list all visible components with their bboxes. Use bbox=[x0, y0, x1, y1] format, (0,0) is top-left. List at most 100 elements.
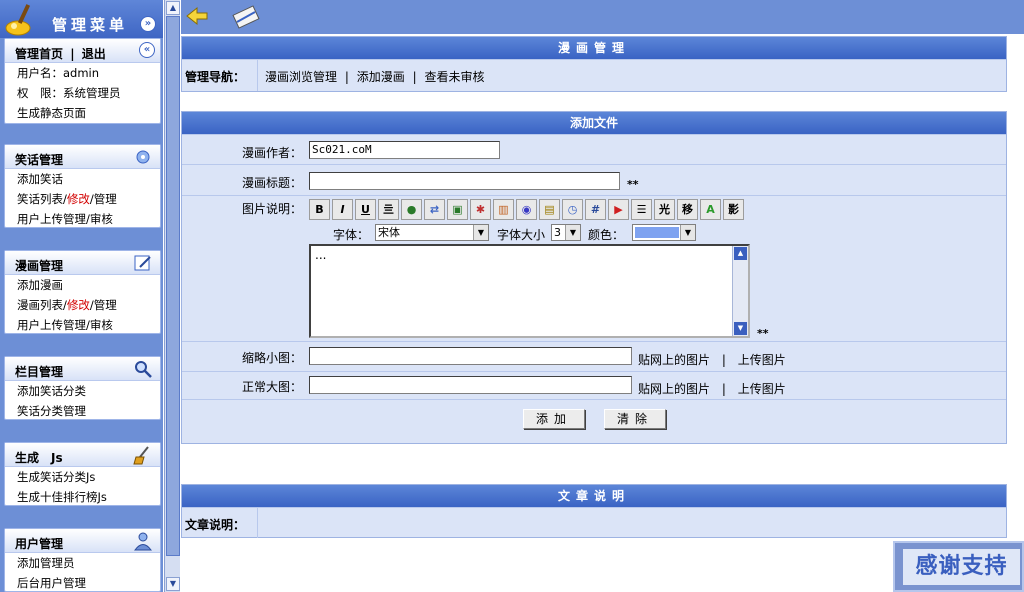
add-button[interactable]: 添加 bbox=[523, 409, 585, 429]
joke-list-link[interactable]: 笑话列表/修改/管理 bbox=[5, 189, 160, 209]
joke-category-manage-link[interactable]: 笑话分类管理 bbox=[5, 401, 160, 421]
arrow-button[interactable]: ▶ bbox=[608, 199, 629, 220]
list-button[interactable]: ☰ bbox=[631, 199, 652, 220]
sidebar: 管理菜单 » 管理首页 | 退出 « 用户名：admin 权 限：系统管理员 生… bbox=[0, 0, 163, 592]
chevron-down-icon: ▼ bbox=[473, 225, 488, 240]
thumb-upload-link[interactable]: 上传图片 bbox=[738, 353, 786, 367]
clock-button[interactable]: ◷ bbox=[562, 199, 583, 220]
gen-top10-js-link[interactable]: 生成十佳排行榜Js bbox=[5, 487, 160, 507]
insert-flash-button[interactable]: ✱ bbox=[470, 199, 491, 220]
add-admin-link[interactable]: 添加管理员 bbox=[5, 553, 160, 573]
joke-menu: 笑话管理 添加笑话 笑话列表/修改/管理 用户上传管理/审核 bbox=[4, 144, 161, 228]
comic-list-link[interactable]: 漫画列表/修改/管理 bbox=[5, 295, 160, 315]
backend-user-manage-link[interactable]: 后台用户管理 bbox=[5, 573, 160, 592]
comic-menu-title: 漫画管理 bbox=[15, 259, 64, 273]
hash-button[interactable]: # bbox=[585, 199, 606, 220]
main-content: 漫画管理 管理导航： 漫画浏览管理 | 添加漫画 | 查看未审核 添加文件 漫画… bbox=[181, 0, 1024, 592]
full-web-image-link[interactable]: 贴网上的图片 bbox=[638, 382, 710, 396]
top-toolbar bbox=[181, 0, 1024, 34]
gen-joke-category-js-link[interactable]: 生成笑话分类Js bbox=[5, 467, 160, 487]
unreviewed-link[interactable]: 查看未审核 bbox=[424, 70, 484, 84]
js-menu-title: 生成 Js bbox=[15, 451, 63, 465]
nav-panel-title: 漫画管理 bbox=[182, 37, 1006, 59]
hide-sidebar-button[interactable]: « bbox=[139, 42, 155, 58]
clear-button[interactable]: 清除 bbox=[604, 409, 666, 429]
move-button[interactable]: 移 bbox=[677, 199, 698, 220]
notepad-icon[interactable] bbox=[229, 2, 261, 32]
chevron-down-icon: ▼ bbox=[565, 225, 580, 240]
font-size-select[interactable]: 3 ▼ bbox=[551, 224, 581, 241]
scroll-up-icon[interactable]: ▲ bbox=[166, 1, 180, 15]
category-menu-title: 栏目管理 bbox=[15, 365, 64, 379]
full-image-label: 正常大图： bbox=[241, 380, 302, 394]
article-panel-title: 文章说明 bbox=[182, 485, 1006, 507]
thanks-badge: 感谢支持 bbox=[893, 541, 1024, 592]
underline-button[interactable]: U bbox=[355, 199, 376, 220]
font-color-button[interactable]: A bbox=[700, 199, 721, 220]
font-select[interactable]: 宋体 ▼ bbox=[375, 224, 489, 241]
add-file-title: 添加文件 bbox=[182, 112, 1006, 134]
generate-static-link[interactable]: 生成静态页面 bbox=[5, 103, 160, 123]
brush-logo-icon bbox=[5, 4, 31, 36]
thanks-text: 感谢支持 bbox=[903, 549, 1020, 585]
full-image-input[interactable] bbox=[309, 376, 632, 394]
article-label: 文章说明： bbox=[185, 518, 246, 532]
author-label: 漫画作者： bbox=[241, 146, 302, 160]
insert-realplay-button[interactable]: ◉ bbox=[516, 199, 537, 220]
font-size-label: 字体大小 bbox=[497, 228, 546, 242]
nav-panel: 漫画管理 管理导航： 漫画浏览管理 | 添加漫画 | 查看未审核 bbox=[181, 36, 1007, 92]
align-center-button[interactable]: 亖 bbox=[378, 199, 399, 220]
insert-media-button[interactable]: ▥ bbox=[493, 199, 514, 220]
bold-button[interactable]: B bbox=[309, 199, 330, 220]
logout-link[interactable]: 退出 bbox=[82, 47, 106, 61]
scroll-down-icon[interactable]: ▼ bbox=[166, 577, 180, 591]
joke-upload-review-link[interactable]: 用户上传管理/审核 bbox=[5, 209, 160, 229]
comic-upload-review-link[interactable]: 用户上传管理/审核 bbox=[5, 315, 160, 335]
insert-image-button[interactable]: ▣ bbox=[447, 199, 468, 220]
globe-link-button[interactable]: ● bbox=[401, 199, 422, 220]
thumbnail-input[interactable] bbox=[309, 347, 632, 365]
user-menu-title: 用户管理 bbox=[15, 537, 64, 551]
scroll-up-icon[interactable]: ▲ bbox=[734, 247, 747, 260]
add-joke-link[interactable]: 添加笑话 bbox=[5, 169, 160, 189]
role-info: 权 限：系统管理员 bbox=[17, 86, 121, 100]
title-label: 漫画标题： bbox=[241, 176, 302, 190]
required-mark: ** bbox=[757, 327, 769, 340]
unlink-button[interactable]: ⇄ bbox=[424, 199, 445, 220]
add-comic-link[interactable]: 添加漫画 bbox=[5, 275, 160, 295]
comic-browse-link[interactable]: 漫画浏览管理 bbox=[265, 70, 337, 84]
back-arrow-icon[interactable] bbox=[185, 6, 209, 26]
glow-button[interactable]: 光 bbox=[654, 199, 675, 220]
thumb-web-image-link[interactable]: 贴网上的图片 bbox=[638, 353, 710, 367]
admin-box-head: 管理首页 | 退出 « bbox=[5, 39, 160, 63]
scroll-down-icon[interactable]: ▼ bbox=[734, 322, 747, 335]
add-joke-category-link[interactable]: 添加笑话分类 bbox=[5, 381, 160, 401]
home-link[interactable]: 管理首页 bbox=[15, 47, 63, 61]
author-input[interactable]: Sc021.coM bbox=[309, 141, 500, 159]
thumbnail-label: 缩略小图： bbox=[241, 351, 302, 365]
comic-title-input[interactable] bbox=[309, 172, 620, 190]
gear-icon bbox=[136, 150, 150, 164]
italic-button[interactable]: I bbox=[332, 199, 353, 220]
category-menu: 栏目管理 添加笑话分类 笑话分类管理 bbox=[4, 356, 161, 420]
add-comic-nav-link[interactable]: 添加漫画 bbox=[357, 70, 405, 84]
editor-scrollbar[interactable]: ▲ ▼ bbox=[732, 246, 748, 336]
add-file-panel: 添加文件 漫画作者： Sc021.coM 漫画标题： ** 图片说明： B I … bbox=[181, 111, 1007, 444]
chevron-down-icon: ▼ bbox=[680, 225, 695, 240]
description-label: 图片说明： bbox=[241, 202, 302, 216]
shadow-button[interactable]: 影 bbox=[723, 199, 744, 220]
editor-toolbar: B I U 亖 ● ⇄ ▣ ✱ ▥ ◉ ▤ ◷ # ▶ ☰ 光 移 A 影 bbox=[309, 199, 749, 221]
username-info: 用户名：admin bbox=[17, 66, 100, 80]
scrollbar-thumb[interactable] bbox=[166, 16, 180, 556]
color-label: 颜色： bbox=[588, 228, 625, 242]
comic-menu: 漫画管理 添加漫画 漫画列表/修改/管理 用户上传管理/审核 bbox=[4, 250, 161, 334]
collapse-menu-button[interactable]: » bbox=[140, 16, 156, 32]
search-icon bbox=[135, 361, 152, 378]
description-editor[interactable]: ... ▲ ▼ bbox=[309, 244, 750, 338]
full-upload-link[interactable]: 上传图片 bbox=[738, 382, 786, 396]
user-icon bbox=[134, 532, 152, 551]
color-select[interactable]: ▼ bbox=[632, 224, 696, 241]
sidebar-scrollbar[interactable]: ▲ ▼ bbox=[164, 0, 180, 592]
insert-table-button[interactable]: ▤ bbox=[539, 199, 560, 220]
nav-label: 管理导航： bbox=[185, 70, 246, 84]
